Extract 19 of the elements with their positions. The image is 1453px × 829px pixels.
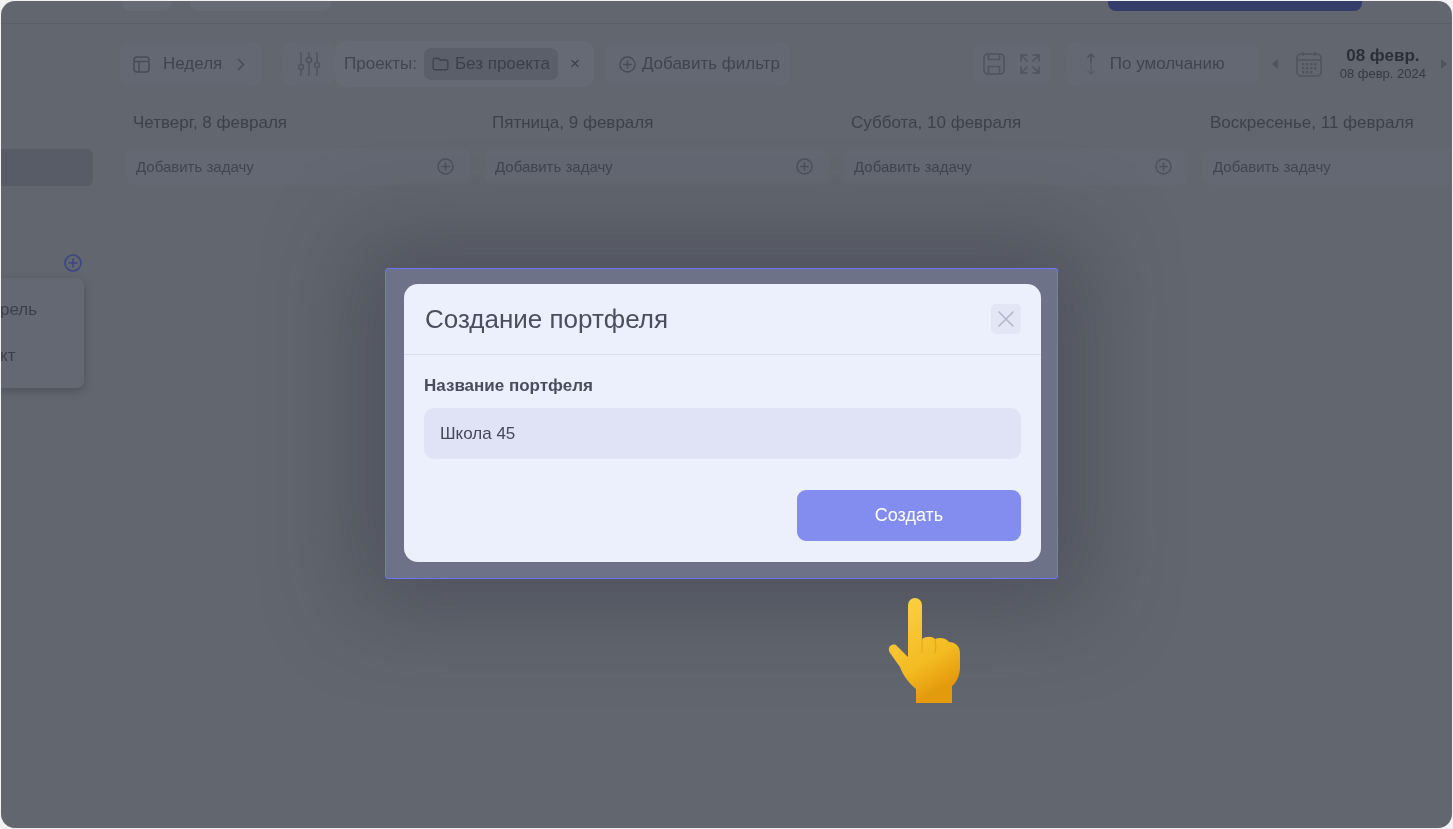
sidebar-item-highlight[interactable] bbox=[1, 149, 93, 186]
header-button[interactable] bbox=[190, 1, 331, 11]
header-button[interactable] bbox=[122, 1, 172, 11]
pointing-hand-icon bbox=[888, 597, 962, 705]
chip-remove-button[interactable]: × bbox=[567, 54, 582, 74]
name-input[interactable]: Школа 45 bbox=[424, 408, 1021, 459]
plus-circle-icon bbox=[618, 55, 636, 73]
field-label: Название портфеля bbox=[424, 376, 594, 396]
layout-icon bbox=[133, 55, 150, 73]
dialog-title: Создание портфеля bbox=[425, 303, 669, 335]
sort-icon bbox=[1085, 53, 1096, 75]
current-date: 08 февр. bbox=[1346, 46, 1420, 66]
create-button[interactable]: Создать bbox=[797, 490, 1021, 541]
primary-button[interactable] bbox=[1108, 1, 1362, 11]
close-icon bbox=[998, 311, 1014, 327]
close-button[interactable] bbox=[991, 304, 1021, 334]
folder-icon bbox=[431, 57, 449, 71]
chevron-right-icon bbox=[237, 57, 246, 71]
plus-circle-icon[interactable] bbox=[64, 254, 82, 272]
